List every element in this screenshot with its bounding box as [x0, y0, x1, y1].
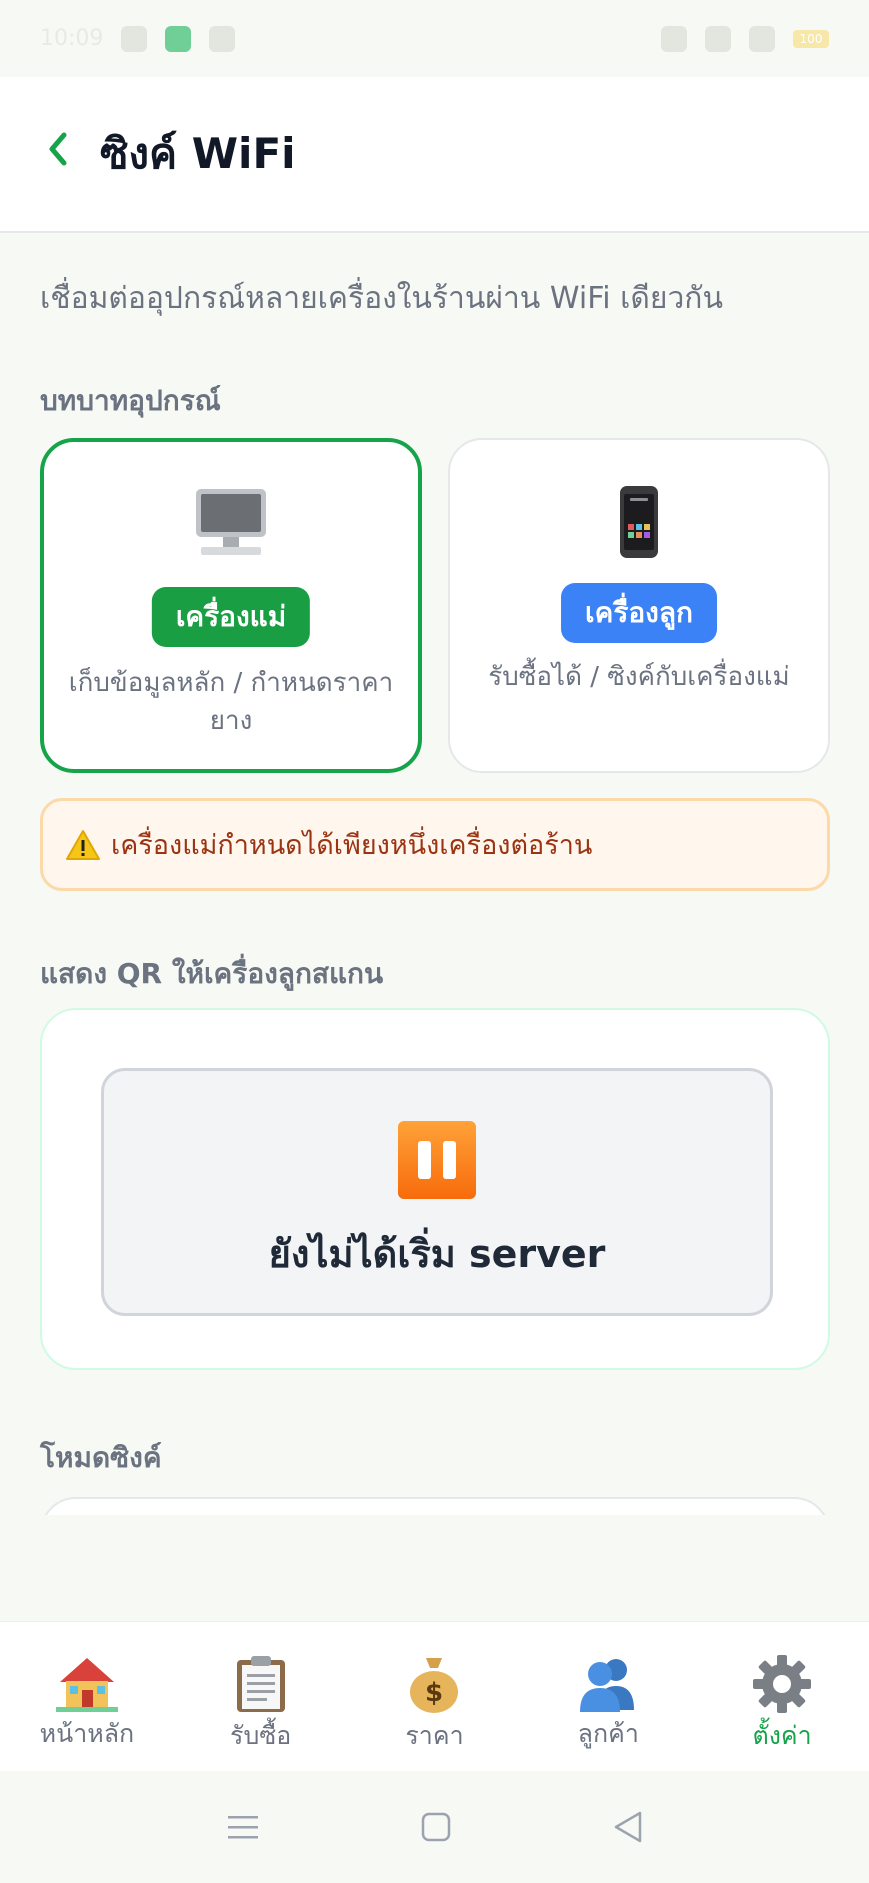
back-button[interactable]: [44, 129, 94, 179]
page-title: ซิงค์ WiFi: [100, 129, 296, 178]
warning-text: เครื่องแม่กำหนดได้เพียงหนึ่งเครื่องต่อร้…: [111, 830, 593, 861]
people-icon: [580, 1659, 635, 1712]
bluetooth-icon: [661, 25, 687, 52]
role-badge: เครื่องแม่: [151, 587, 311, 647]
nav-item-customers[interactable]: ลูกค้า: [521, 1622, 695, 1771]
warning-icon: [65, 829, 101, 861]
sync-mode-card[interactable]: [40, 1497, 830, 1515]
status-gallery-icon: [209, 25, 236, 52]
roles-section-label: บทบาทอุปกรณ์: [40, 384, 221, 417]
pause-icon: [398, 1121, 476, 1199]
role-badge: เครื่องลูก: [561, 583, 717, 643]
system-nav-bar: [0, 1771, 869, 1883]
battery-icon: 100: [793, 29, 829, 48]
home-square-icon[interactable]: [420, 1811, 452, 1843]
nav-label: ลูกค้า: [577, 1719, 639, 1748]
nav-label: ราคา: [405, 1721, 464, 1750]
nav-item-price[interactable]: $ ราคา: [348, 1622, 522, 1771]
wifi-icon: [749, 25, 775, 52]
mobile-phone-icon: [450, 484, 828, 560]
bottom-nav: หน้าหลัก รับซื้อ $ ราคา ลูกค้า ตั้งค่า: [0, 1621, 869, 1771]
desktop-computer-icon: [44, 486, 418, 558]
nav-item-settings[interactable]: ตั้งค่า: [695, 1622, 869, 1771]
nav-label: รับซื้อ: [230, 1721, 292, 1750]
money-bag-icon: $: [410, 1658, 459, 1713]
svg-text:$: $: [425, 1678, 443, 1708]
master-limit-warning: เครื่องแม่กำหนดได้เพียงหนึ่งเครื่องต่อร้…: [40, 798, 830, 891]
role-description: เก็บข้อมูลหลัก / กำหนดราคายาง: [68, 668, 394, 736]
qr-section-label: แสดง QR ให้เครื่องลูกสแกน: [40, 957, 384, 990]
status-notification-icon: [121, 25, 148, 52]
status-time: 10:09: [40, 26, 104, 51]
menu-icon[interactable]: [226, 1813, 260, 1841]
nav-item-purchase[interactable]: รับซื้อ: [174, 1622, 348, 1771]
content-area[interactable]: เชื่อมต่ออุปกรณ์หลายเครื่องในร้านผ่าน Wi…: [0, 233, 869, 1515]
chevron-left-icon: [49, 132, 67, 166]
back-triangle-icon[interactable]: [612, 1810, 644, 1844]
role-description: รับซื้อได้ / ซิงค์กับเครื่องแม่: [488, 662, 790, 692]
nav-label: ตั้งค่า: [752, 1721, 812, 1750]
nav-label: หน้าหลัก: [39, 1719, 135, 1748]
nav-item-home[interactable]: หน้าหลัก: [0, 1622, 174, 1771]
app-bar: ซิงค์ WiFi: [0, 77, 869, 233]
server-status-text: ยังไม่ได้เริ่ม server: [268, 1232, 606, 1276]
status-bar: 10:09 100: [0, 0, 869, 77]
role-card-child[interactable]: เครื่องลูก รับซื้อได้ / ซิงค์กับเครื่องแ…: [448, 438, 830, 773]
qr-panel: ยังไม่ได้เริ่ม server: [40, 1008, 830, 1370]
role-card-master[interactable]: เครื่องแม่ เก็บข้อมูลหลัก / กำหนดราคายาง: [40, 438, 422, 773]
gear-icon: [753, 1655, 812, 1713]
clipboard-icon: [236, 1656, 285, 1712]
intro-text: เชื่อมต่ออุปกรณ์หลายเครื่องในร้านผ่าน Wi…: [40, 281, 723, 316]
signal-icon: [705, 25, 731, 52]
sync-mode-section-label: โหมดซิงค์: [40, 1441, 162, 1474]
status-app-icon: [165, 25, 192, 52]
house-icon: [55, 1658, 118, 1712]
server-status-box[interactable]: ยังไม่ได้เริ่ม server: [101, 1068, 773, 1316]
